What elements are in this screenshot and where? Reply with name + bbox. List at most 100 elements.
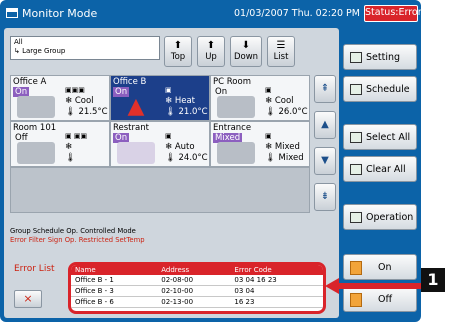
- scroll-up-button[interactable]: ▲: [314, 111, 336, 139]
- operation-button[interactable]: Operation: [343, 204, 417, 230]
- status-badge[interactable]: Status:Error: [364, 5, 422, 22]
- select-all-button[interactable]: Select All: [343, 124, 417, 150]
- unit-card-pc-room[interactable]: PC Room On ▣ ❄ Cool 🌡 26.0°C: [210, 75, 310, 121]
- table-cell: Office B - 1: [71, 275, 158, 286]
- clear-all-icon: [350, 164, 362, 175]
- empty-grid-row: [10, 167, 310, 213]
- up-triangle-icon: ▲: [321, 119, 329, 130]
- table-cell: Office B - 6: [71, 296, 158, 308]
- unit-name: PC Room: [213, 77, 251, 87]
- operation-icon: [350, 212, 362, 223]
- up-arrow-icon: ⬆: [206, 40, 216, 51]
- cassette-unit-icon: [17, 96, 55, 118]
- unit-mode: ❄: [65, 142, 73, 152]
- ceiling-unit-icon: [17, 142, 55, 164]
- list-button[interactable]: ☰ List: [267, 36, 295, 67]
- error-list-panel[interactable]: Name Address Error Code Office B - 1 02-…: [68, 262, 326, 314]
- unit-card-room-101[interactable]: Room 101 Off ▣ ▣▣ ❄ 🌡: [10, 121, 110, 167]
- error-list-label: Error List: [14, 264, 55, 274]
- column-header: Name: [71, 265, 158, 275]
- group-line-large: ↳ Large Group: [14, 47, 66, 55]
- table-cell: 02-08-00: [157, 275, 231, 286]
- down-triangle-icon: ▼: [321, 155, 329, 166]
- unit-card-office-b[interactable]: Office B On ▣ ▲ ❄ Heat 🌡 21.0°C: [110, 75, 210, 121]
- table-cell: 02-13-00: [157, 296, 231, 308]
- schedule-icon: [350, 84, 362, 95]
- on-indicator-icon: [350, 261, 362, 275]
- top-arrow-icon: ⬆: [173, 40, 183, 51]
- error-table-header: Name Address Error Code: [71, 265, 323, 275]
- unit-name: Entrance: [213, 123, 252, 133]
- unit-card-entrance[interactable]: Entrance Mixed ▣ ❄ Mixed 🌡 Mixed: [210, 121, 310, 167]
- unit-temp: 🌡 21.0°C: [165, 107, 208, 117]
- unit-temp: 🌡 Mixed: [265, 153, 304, 163]
- unit-temp: 🌡 21.5°C: [65, 107, 108, 117]
- unit-status-icons: ▣: [265, 86, 272, 94]
- unit-mode: ❄ Cool: [65, 96, 94, 106]
- unit-name: Room 101: [13, 123, 57, 133]
- grid-scroll-controls: ⇞ ▲ ▼ ⇟: [314, 75, 336, 211]
- unit-temp: 🌡: [65, 153, 76, 163]
- unit-status-icons: ▣: [265, 132, 272, 140]
- close-icon: ×: [23, 292, 33, 305]
- table-cell: Office B - 3: [71, 285, 158, 297]
- scroll-down-button[interactable]: ▼: [314, 147, 336, 175]
- down-arrow-icon: ⬇: [241, 40, 251, 51]
- dining-icon: [117, 142, 155, 164]
- callout-arrow: [325, 278, 421, 294]
- clear-all-button[interactable]: Clear All: [343, 156, 417, 182]
- table-cell: 02-10-00: [157, 285, 231, 297]
- window-icon: [6, 8, 18, 18]
- error-area: Error List × Name Address Error Code Off…: [12, 262, 334, 314]
- down-button[interactable]: ⬇ Down: [230, 36, 262, 67]
- table-row[interactable]: Office B - 3 02-10-00 03 04: [71, 285, 323, 297]
- scroll-bottom-icon: ⇟: [320, 191, 330, 202]
- schedule-button[interactable]: Schedule: [343, 76, 417, 102]
- table-row[interactable]: Office B - 1 02-08-00 03 04 16 23: [71, 275, 323, 286]
- setting-icon: [350, 52, 362, 63]
- close-error-button[interactable]: ×: [14, 290, 42, 308]
- group-line-all: All: [14, 38, 23, 46]
- column-header: Address: [157, 265, 231, 275]
- up-button[interactable]: ⬆ Up: [197, 36, 225, 67]
- table-cell: 03 04 16 23: [230, 275, 323, 286]
- top-button[interactable]: ⬆ Top: [164, 36, 192, 67]
- unit-mode: ❄ Cool: [265, 96, 294, 106]
- unit-name: Office A: [13, 77, 47, 87]
- unit-card-office-a[interactable]: Office A On ▣▣▣ ❄ Cool 🌡 21.5°C: [10, 75, 110, 121]
- scroll-top-icon: ⇞: [320, 83, 330, 94]
- app-title: Monitor Mode: [22, 7, 98, 20]
- unit-status-icons: ▣▣▣: [65, 86, 85, 94]
- datetime-display: 01/03/2007 Thu. 02:20 PM: [234, 8, 360, 19]
- unit-name: Restrant: [113, 123, 149, 133]
- select-all-icon: [350, 132, 362, 143]
- unit-card-restrant[interactable]: Restrant On ▣ ❄ Auto 🌡 24.0°C: [110, 121, 210, 167]
- unit-status-icons: ▣: [165, 132, 172, 140]
- main-content: All ↳ Large Group ⬆ Top ⬆ Up ⬇ Down ☰ Li…: [4, 28, 339, 318]
- legend-line-2: Error Filter Sign Op. Restricted SetTemp: [10, 236, 145, 244]
- unit-name: Office B: [113, 77, 147, 87]
- enter-arrow-icon: ↳: [14, 47, 20, 55]
- unit-mode: ❄ Auto: [165, 142, 195, 152]
- floor-unit-icon: [217, 142, 255, 164]
- unit-temp: 🌡 26.0°C: [265, 107, 308, 117]
- table-row[interactable]: Office B - 6 02-13-00 16 23: [71, 296, 323, 308]
- unit-grid: Office A On ▣▣▣ ❄ Cool 🌡 21.5°C Office B…: [10, 75, 310, 213]
- unit-mode: ❄ Heat: [165, 96, 195, 106]
- list-icon: ☰: [276, 40, 286, 51]
- unit-status-icons: ▣: [165, 86, 172, 94]
- table-cell: 16 23: [230, 296, 323, 308]
- warning-icon: ▲: [127, 94, 145, 119]
- column-header: Error Code: [230, 265, 323, 275]
- table-cell: 03 04: [230, 285, 323, 297]
- unit-temp: 🌡 24.0°C: [165, 153, 208, 163]
- scroll-bottom-button[interactable]: ⇟: [314, 183, 336, 211]
- on-button[interactable]: On: [343, 254, 417, 280]
- icon-legend: Group Schedule Op. Controlled Mode Error…: [10, 227, 145, 245]
- off-indicator-icon: [350, 293, 362, 307]
- callout-number: 1: [421, 268, 445, 292]
- scroll-top-button[interactable]: ⇞: [314, 75, 336, 103]
- setting-button[interactable]: Setting: [343, 44, 417, 70]
- unit-status-icons: ▣ ▣▣: [65, 132, 88, 140]
- group-selector[interactable]: All ↳ Large Group: [10, 36, 160, 60]
